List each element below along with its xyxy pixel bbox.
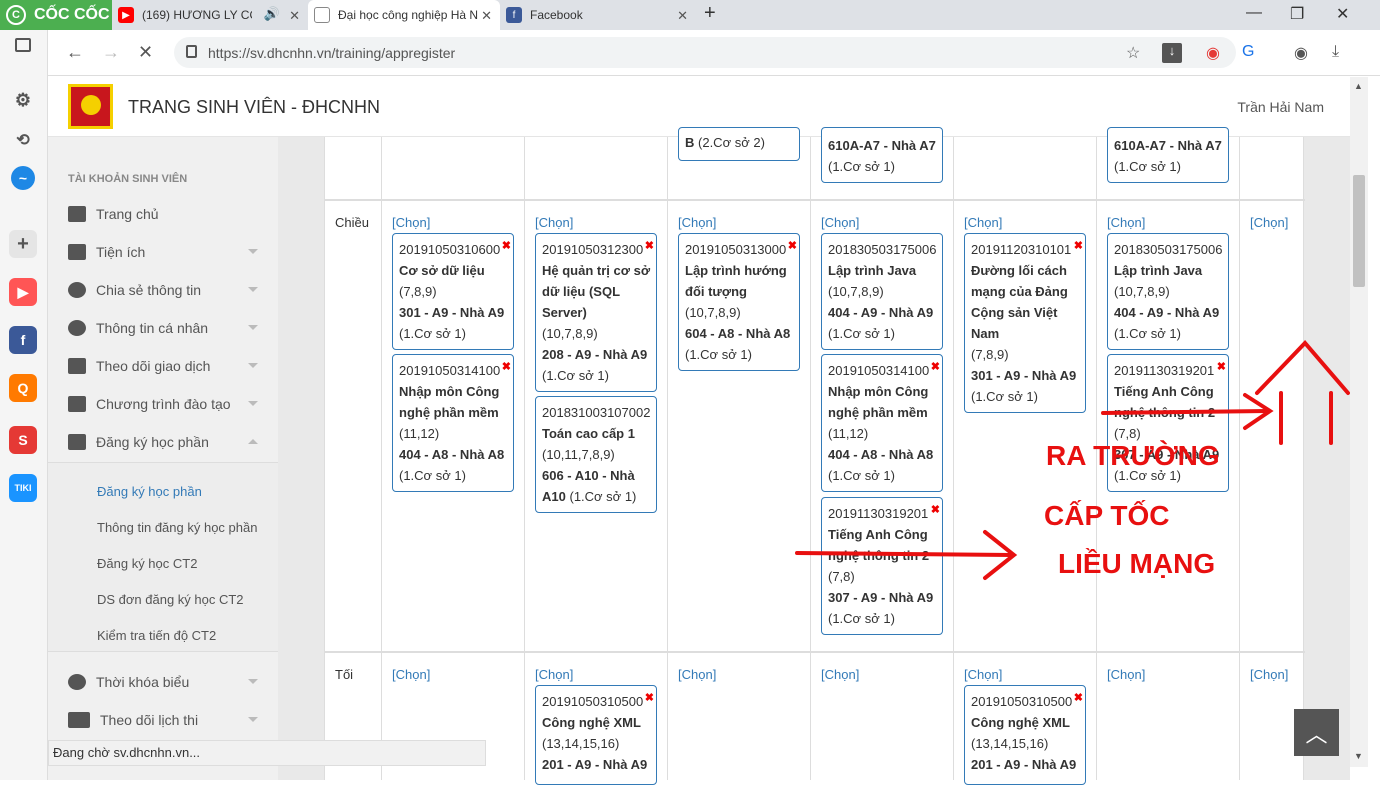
annotation-text-graduate: RA TRƯỜNG <box>1046 440 1220 471</box>
annotation-arrow-line <box>795 551 1014 557</box>
page-scrollbar[interactable]: ▲ ▼ <box>1350 77 1368 767</box>
back-to-top-button[interactable]: ︿ <box>1294 709 1339 756</box>
annotation-overlay <box>795 340 1350 580</box>
scroll-up-icon[interactable]: ▲ <box>1354 81 1363 91</box>
status-bar: Đang chờ sv.dhcnhn.vn... <box>48 740 486 766</box>
annotation-up-arrowhead <box>1255 340 1350 395</box>
chevron-up-icon: ︿ <box>1305 721 1328 747</box>
scroll-down-icon[interactable]: ▼ <box>1354 751 1363 761</box>
annotation-arrow-line <box>1101 409 1270 415</box>
scrollbar-thumb[interactable] <box>1353 175 1365 287</box>
annotation-text-risky: LIỀU MẠNG <box>1058 548 1216 579</box>
annotation-text-express: CẤP TỐC <box>1044 500 1170 531</box>
